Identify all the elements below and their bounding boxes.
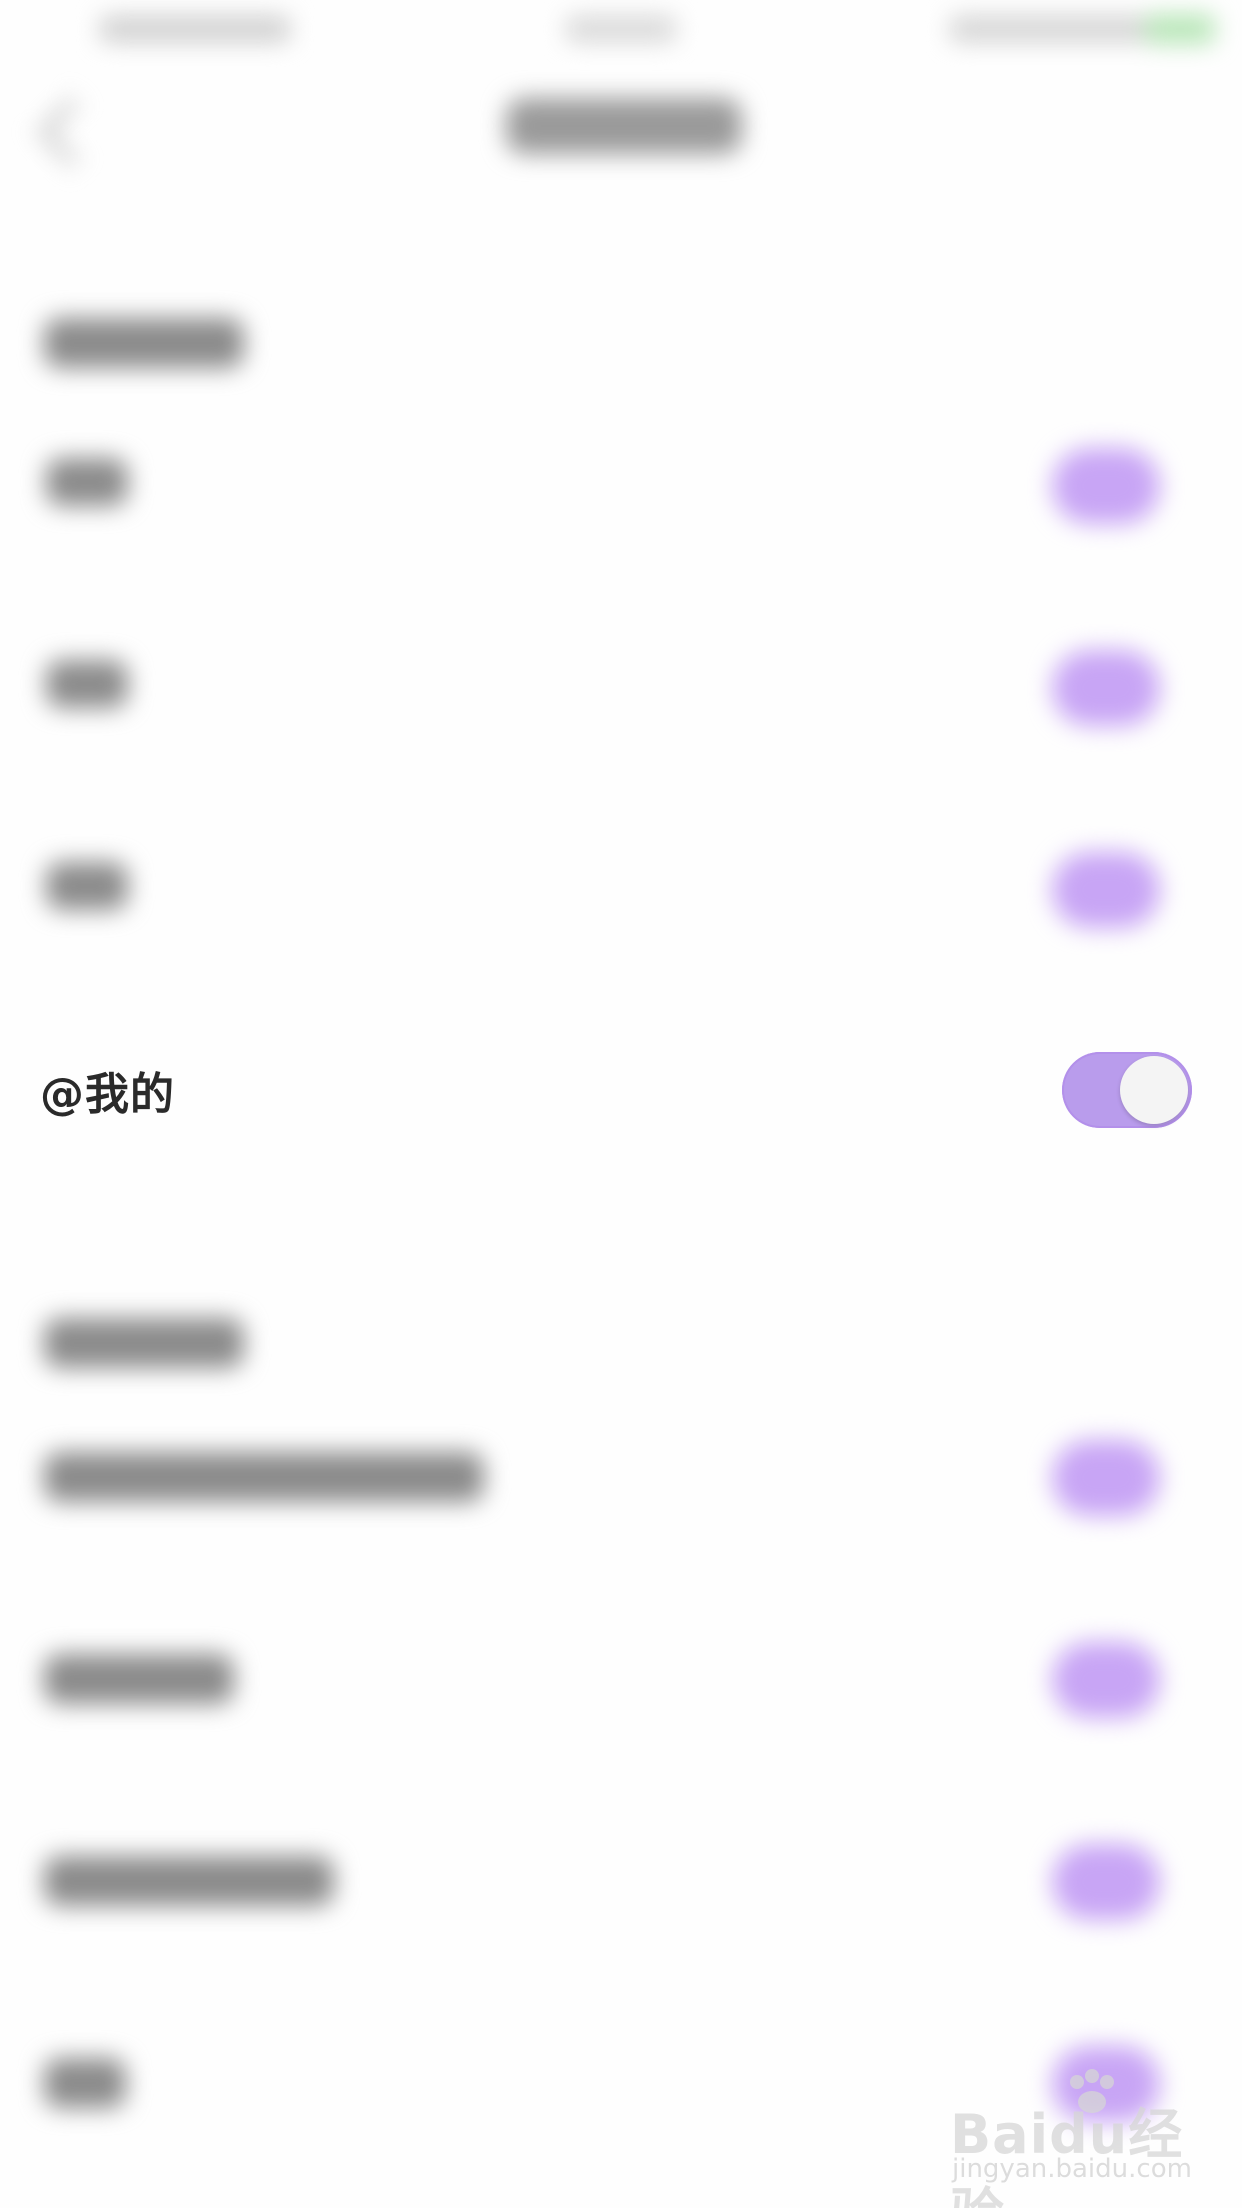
- watermark-domain: jingyan.baidu.com: [952, 2154, 1192, 2184]
- toggle-switch[interactable]: [1052, 1844, 1160, 1920]
- setting-row-mentions: @我的: [0, 1032, 1242, 1148]
- row-label: [44, 1654, 234, 1704]
- row-label: [44, 1452, 484, 1502]
- row-label: [46, 862, 128, 910]
- watermark: Baidu经验 jingyan.baidu.com: [950, 2069, 1192, 2208]
- screen: @我的 Baidu经验 jingyan.baidu.com: [0, 0, 1242, 2208]
- row-label: [44, 2058, 126, 2108]
- section-header: [44, 1318, 244, 1368]
- watermark-brand: Baidu经验: [950, 2103, 1184, 2208]
- status-indicators: [950, 16, 1150, 42]
- status-carrier: [100, 16, 290, 42]
- toggle-switch[interactable]: [1052, 448, 1160, 524]
- section-header: [44, 318, 244, 368]
- page-title: [506, 98, 742, 154]
- toggle-knob: [1120, 1056, 1188, 1124]
- row-label: [46, 660, 128, 708]
- mentions-toggle[interactable]: [1062, 1052, 1192, 1128]
- toggle-switch[interactable]: [1052, 650, 1160, 726]
- back-icon[interactable]: [38, 98, 106, 166]
- battery-icon: [1145, 14, 1215, 44]
- row-label: [46, 458, 128, 506]
- status-bar: [0, 0, 1242, 70]
- toggle-switch[interactable]: [1052, 1642, 1160, 1718]
- status-time: [566, 16, 676, 42]
- toggle-switch[interactable]: [1052, 1440, 1160, 1516]
- toggle-switch[interactable]: [1052, 852, 1160, 928]
- row-label-mentions: @我的: [40, 1069, 175, 1120]
- row-label: [44, 1856, 334, 1906]
